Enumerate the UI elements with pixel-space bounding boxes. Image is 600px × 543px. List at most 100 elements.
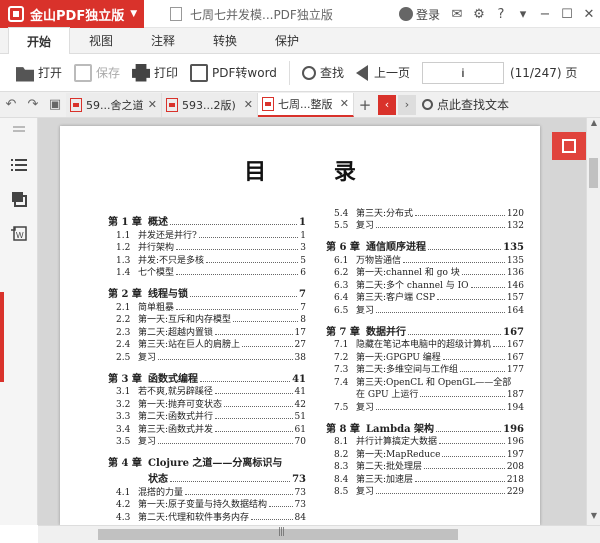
save-button[interactable]: 保存	[68, 58, 126, 88]
toc-chapter[interactable]: 状态 73	[108, 469, 306, 485]
toc-entry[interactable]: 8.3 第二天:批处理层 208	[326, 460, 524, 472]
toc-entry[interactable]: 3.5 复习 70	[108, 435, 306, 447]
toc-entry[interactable]: 6.2 第一天:channel 和 go 块 136	[326, 266, 524, 278]
toc-entry[interactable]: 6.4 第三天:客户端 CSP 157	[326, 291, 524, 303]
tab-annotate[interactable]: 注释	[132, 27, 194, 53]
toc-entry[interactable]: 6.1 万物皆通信 135	[326, 253, 524, 266]
document-tab-active[interactable]: 七周...整版 ✕	[258, 92, 354, 117]
horizontal-scrollbar[interactable]: |||	[38, 525, 600, 543]
toc-entry[interactable]: 7.1 隐藏在笔记本电脑中的超级计算机 167	[326, 338, 524, 350]
toc-entry[interactable]: 7.5 复习 194	[326, 400, 524, 413]
toc-chapter[interactable]: 第 2 章线程与锁 7	[108, 284, 306, 300]
toc-entry[interactable]: 2.4 第三天:站在巨人的肩膀上 27	[108, 338, 306, 350]
document-viewport[interactable]: 目 录 第 1 章概述 1 1.1 并发还是并行? 1 1.2 并行架构 3 1.3 并发:不只是…	[38, 118, 600, 525]
scrollbar-thumb[interactable]	[589, 158, 598, 188]
toc-leader-dots	[493, 346, 505, 347]
toc-entry[interactable]: 2.5 复习 38	[108, 350, 306, 363]
toc-chapter[interactable]: 第 3 章函数式编程 41	[108, 369, 306, 385]
find-button[interactable]: 查找	[296, 58, 350, 88]
toc-chapter[interactable]: 第 6 章通信顺序进程 135	[326, 237, 524, 253]
toc-text: 隐藏在笔记本电脑中的超级计算机	[356, 340, 492, 350]
vertical-scrollbar[interactable]: ▲ ▼	[586, 118, 600, 525]
toc-leader-dots	[215, 430, 293, 432]
toc-entry[interactable]: 1.3 并发:不只是多核 5	[108, 253, 306, 266]
more-icon[interactable]: ▾	[512, 0, 534, 28]
toc-entry[interactable]: 1.4 七个模型 6	[108, 266, 306, 278]
save-icon	[74, 63, 93, 82]
quick-save-icon[interactable]: ▣	[44, 92, 66, 118]
tab-protect[interactable]: 保护	[256, 27, 318, 53]
toc-entry[interactable]: 8.4 第三天:加速层 218	[326, 472, 524, 485]
tab-start[interactable]: 开始	[8, 27, 70, 54]
minimize-icon[interactable]: −	[534, 0, 556, 28]
find-text-button[interactable]: 点此查找文本	[422, 96, 509, 113]
toc-entry[interactable]: 4.1 混搭的力量 73	[108, 485, 306, 498]
toc-entry[interactable]: 8.5 复习 229	[326, 485, 524, 497]
pdf-to-word-side-icon[interactable]: W	[10, 224, 28, 242]
toc-entry[interactable]: 4.3 第二天:代理和软件事务内存 84	[108, 510, 306, 523]
page-number-input[interactable]	[421, 61, 504, 84]
tab-scroll-right-icon[interactable]: ›	[398, 94, 416, 115]
login-label: 登录	[415, 7, 440, 22]
toc-entry[interactable]: 8.1 并行计算搞定大数据 196	[326, 435, 524, 447]
sidebar-grip-icon[interactable]	[13, 126, 25, 128]
toc-entry[interactable]: 1.1 并发还是并行? 1	[108, 228, 306, 241]
toc-entry[interactable]: 8.2 第一天:MapReduce 197	[326, 447, 524, 460]
toc-entry[interactable]: 1.2 并行架构 3	[108, 241, 306, 253]
toc-entry[interactable]: 5.5 复习 132	[326, 219, 524, 231]
toc-chapter[interactable]: 第 1 章概述 1	[108, 212, 306, 228]
toc-entry[interactable]: 7.2 第一天:GPGPU 编程 167	[326, 350, 524, 363]
toc-entry[interactable]: 2.2 第一天:互斥和内存模型 8	[108, 313, 306, 325]
toc-entry[interactable]: 3.1 若不爽,就另辟蹊径 41	[108, 385, 306, 397]
search-icon	[301, 65, 316, 80]
settings-icon[interactable]: ⚙	[468, 0, 490, 28]
tab-convert[interactable]: 转换	[194, 27, 256, 53]
toc-number: 7.2	[334, 352, 349, 363]
toc-entry[interactable]: 3.4 第三天:函数式并发 61	[108, 422, 306, 435]
tab-scroll-left-icon[interactable]: ‹	[378, 94, 396, 115]
scroll-up-icon[interactable]: ▲	[587, 118, 600, 132]
help-icon[interactable]: ?	[490, 0, 512, 28]
document-tab[interactable]: 593...2版) ✕	[162, 92, 258, 117]
toc-page-number: 7	[299, 289, 306, 300]
toc-entry[interactable]: 6.5 复习 164	[326, 303, 524, 316]
login-button[interactable]: 登录	[398, 6, 440, 23]
scroll-down-icon[interactable]: ▼	[587, 511, 600, 525]
toc-entry[interactable]: 6.3 第二天:多个 channel 与 IO 146	[326, 278, 524, 291]
app-menu-button[interactable]: 金山PDF独立版 ▼	[0, 0, 144, 28]
close-tab-icon[interactable]: ✕	[148, 98, 157, 111]
mail-icon[interactable]: ✉	[446, 0, 468, 28]
maximize-icon[interactable]: ☐	[556, 0, 578, 28]
outline-list-icon[interactable]	[10, 156, 28, 174]
undo-icon[interactable]: ↶	[0, 92, 22, 118]
toc-entry[interactable]: 4.2 第一天:原子变量与持久数据结构 73	[108, 498, 306, 510]
toc-chapter[interactable]: 第 8 章 Lambda 架构 196	[326, 419, 524, 435]
toc-entry[interactable]: 3.3 第二天:函数式并行 51	[108, 410, 306, 422]
open-button[interactable]: 打开	[10, 58, 68, 88]
toc-entry[interactable]: 7.4 第三天:OpenCL 和 OpenGL——全部	[326, 375, 524, 388]
toc-page-number: 135	[503, 242, 524, 253]
close-tab-icon[interactable]: ✕	[340, 97, 349, 110]
add-tab-icon[interactable]: +	[354, 96, 376, 114]
print-button[interactable]: 打印	[126, 58, 184, 88]
toc-entry[interactable]: 2.3 第二天:超越内置锁 17	[108, 325, 306, 338]
thumbnails-icon[interactable]	[10, 190, 28, 208]
prev-page-button[interactable]: 上一页	[350, 58, 416, 88]
toc-entry[interactable]: 5.4 第三天:分布式 120	[326, 206, 524, 219]
document-tab[interactable]: 59...舍之道 ✕	[66, 92, 162, 117]
pdf-to-word-button[interactable]: PDF转word	[184, 58, 283, 88]
toc-entry[interactable]: 3.2 第一天:抛弃可变状态 42	[108, 397, 306, 410]
close-icon[interactable]: ✕	[578, 0, 600, 28]
sidebar-collapse-handle[interactable]	[0, 292, 4, 382]
toc-chapter[interactable]: 第 4 章 Clojure 之道——分离标识与	[108, 453, 306, 469]
toc-entry[interactable]: 7.3 第二天:多维空间与工作组 177	[326, 363, 524, 375]
redo-icon[interactable]: ↷	[22, 92, 44, 118]
float-convert-button[interactable]	[552, 132, 586, 160]
toc-text: 数据并行	[366, 326, 406, 338]
toc-chapter[interactable]: 第 7 章数据并行 167	[326, 322, 524, 338]
toc-text: 第一天:抛弃可变状态	[138, 399, 223, 410]
toc-entry[interactable]: 2.1 简单粗暴 7	[108, 300, 306, 313]
tab-view[interactable]: 视图	[70, 27, 132, 53]
close-tab-icon[interactable]: ✕	[244, 98, 253, 111]
toc-entry[interactable]: 在 GPU 上运行 187	[326, 388, 524, 400]
